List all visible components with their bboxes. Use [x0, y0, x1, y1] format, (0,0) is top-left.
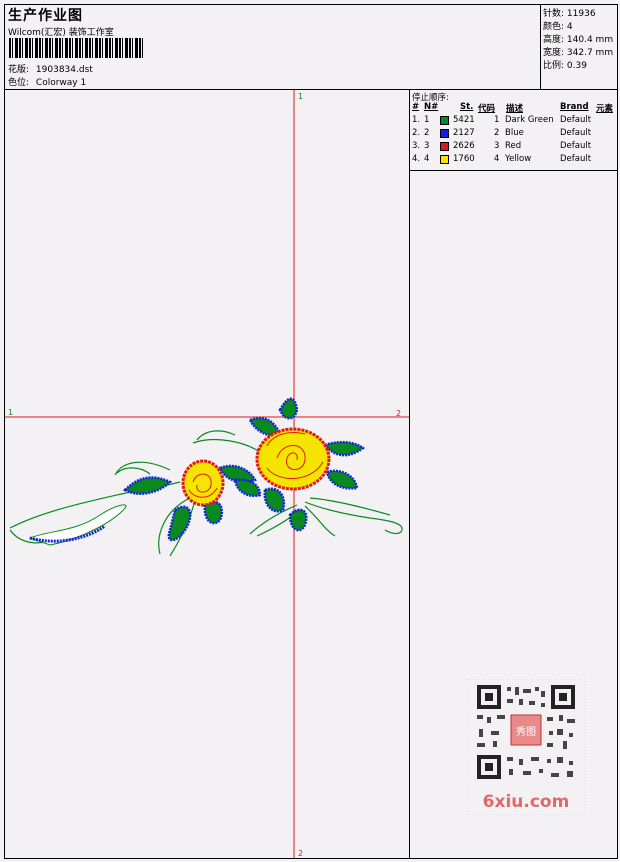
qr-watermark: 秀图 6xiu.com [466, 678, 586, 816]
color-swatch [440, 155, 449, 164]
color-swatch [440, 142, 449, 151]
page-title: 生产作业图 [8, 8, 83, 24]
stat-width: 宽度: 342.7 mm [543, 48, 614, 58]
stat-colors: 颜色: 4 [543, 22, 573, 32]
table-row: 3. 3 2626 3 Red Default [412, 141, 592, 151]
large-rose [255, 427, 331, 491]
qr-code: 秀图 6xiu.com [466, 678, 586, 816]
stat-stitches: 针数: 11936 [543, 9, 596, 19]
table-row: 1. 1 5421 1 Dark Green Default [412, 115, 592, 125]
design-stats: 针数: 11936 颜色: 4 高度: 140.4 mm 宽度: 342.7 m… [540, 5, 618, 89]
barcode [9, 38, 144, 58]
col-description-header: 描述 [506, 104, 524, 114]
col-code-header: 代码 [478, 104, 496, 114]
small-rose [181, 459, 225, 507]
qr-badge-text: 秀图 [516, 726, 536, 738]
col-needle-header: N# [424, 102, 439, 112]
design-file-name: 1903834.dst [35, 65, 93, 75]
axis-label-top: 1 [298, 92, 303, 101]
table-row: 4. 4 1760 4 Yellow Default [412, 154, 592, 164]
embroidery-design-area: 1 2 1 2 [5, 90, 409, 858]
design-file-label: 花版: [8, 65, 30, 75]
colorway-line: 色位: Colorway 1 [8, 75, 86, 88]
company-name: Wilcom(汇宏) 装饰工作室 [8, 28, 114, 38]
stat-height: 高度: 140.4 mm [543, 35, 614, 45]
col-stitches-header: St. [460, 102, 474, 112]
colorway-label: 色位: [8, 78, 30, 88]
col-brand-header: Brand [560, 102, 589, 112]
header-info: 生产作业图 Wilcom(汇宏) 装饰工作室 花版: 1903834.dst 色… [5, 5, 541, 89]
col-element-header: 元素 [596, 104, 614, 114]
axis-label-bottom: 2 [298, 849, 303, 858]
embroidery-preview: 1 2 1 2 [5, 90, 409, 858]
col-num-header: # [412, 102, 420, 112]
watermark-text: 6xiu.com [483, 792, 570, 812]
color-swatch [440, 129, 449, 138]
colorway-name: Colorway 1 [35, 78, 87, 88]
color-swatch [440, 116, 449, 125]
stop-sequence-panel: 停止顺序: # N# St. 代码 描述 Brand 元素 1. 1 5421 … [410, 90, 618, 171]
axis-label-left: 1 [8, 408, 13, 417]
column-divider [409, 89, 410, 859]
design-file-line: 花版: 1903834.dst [8, 62, 93, 75]
stat-scale: 比例: 0.39 [543, 61, 587, 71]
axis-label-right: 2 [396, 409, 401, 418]
table-row: 2. 2 2127 2 Blue Default [412, 128, 592, 138]
